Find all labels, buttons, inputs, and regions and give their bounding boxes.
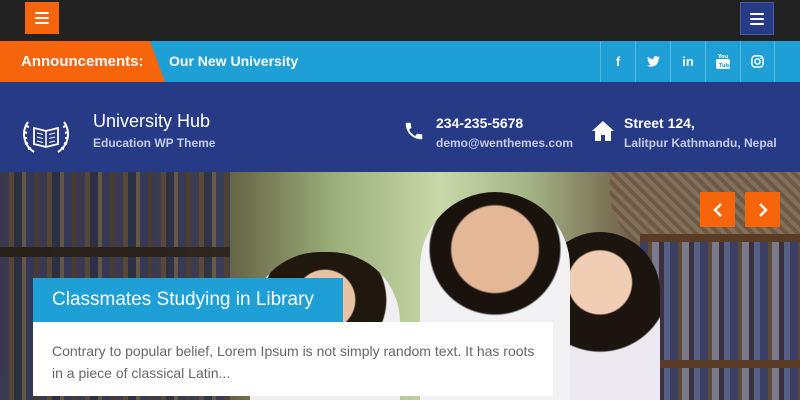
slider-next-button[interactable] — [745, 192, 780, 227]
twitter-icon[interactable] — [635, 41, 670, 82]
slide-caption-box: Contrary to popular belief, Lorem Ipsum … — [33, 322, 553, 396]
instagram-icon[interactable] — [740, 41, 775, 82]
site-header: University Hub Education WP Theme 234-23… — [0, 82, 800, 172]
university-logo-icon[interactable] — [20, 116, 72, 156]
chevron-right-icon — [758, 202, 768, 217]
announcement-bar: Announcements: Our New University f in Y… — [0, 41, 800, 82]
phone-number[interactable]: 234-235-5678 — [436, 115, 523, 131]
svg-text:You: You — [717, 54, 729, 60]
facebook-icon[interactable]: f — [600, 41, 635, 82]
slide-caption-title[interactable]: Classmates Studying in Library — [33, 278, 343, 322]
left-menu-button[interactable] — [25, 2, 59, 34]
site-description: Education WP Theme — [93, 136, 216, 150]
announcement-label: Announcements: — [0, 41, 165, 82]
slider-prev-button[interactable] — [700, 192, 735, 227]
announcement-link[interactable]: Our New University — [169, 41, 298, 82]
hamburger-icon — [750, 12, 764, 15]
chevron-left-icon — [712, 202, 722, 217]
social-links: f in You Tube — [600, 41, 775, 82]
slide-background-bookshelf-right — [640, 234, 800, 400]
site-title[interactable]: University Hub — [93, 111, 210, 132]
youtube-icon[interactable]: You Tube — [705, 41, 740, 82]
hero-slider: Classmates Studying in Library Contrary … — [0, 172, 800, 400]
right-menu-button[interactable] — [740, 2, 774, 35]
hamburger-icon — [35, 12, 49, 14]
address-city: Lalitpur Kathmandu, Nepal — [624, 136, 777, 150]
svg-text:Tube: Tube — [719, 63, 730, 69]
top-bar — [0, 0, 800, 41]
phone-icon — [405, 122, 423, 140]
linkedin-icon[interactable]: in — [670, 41, 705, 82]
address-street: Street 124, — [624, 115, 695, 131]
slide-caption-text: Contrary to popular belief, Lorem Ipsum … — [52, 343, 535, 381]
home-icon — [592, 121, 614, 141]
email-address[interactable]: demo@wenthemes.com — [436, 136, 573, 150]
